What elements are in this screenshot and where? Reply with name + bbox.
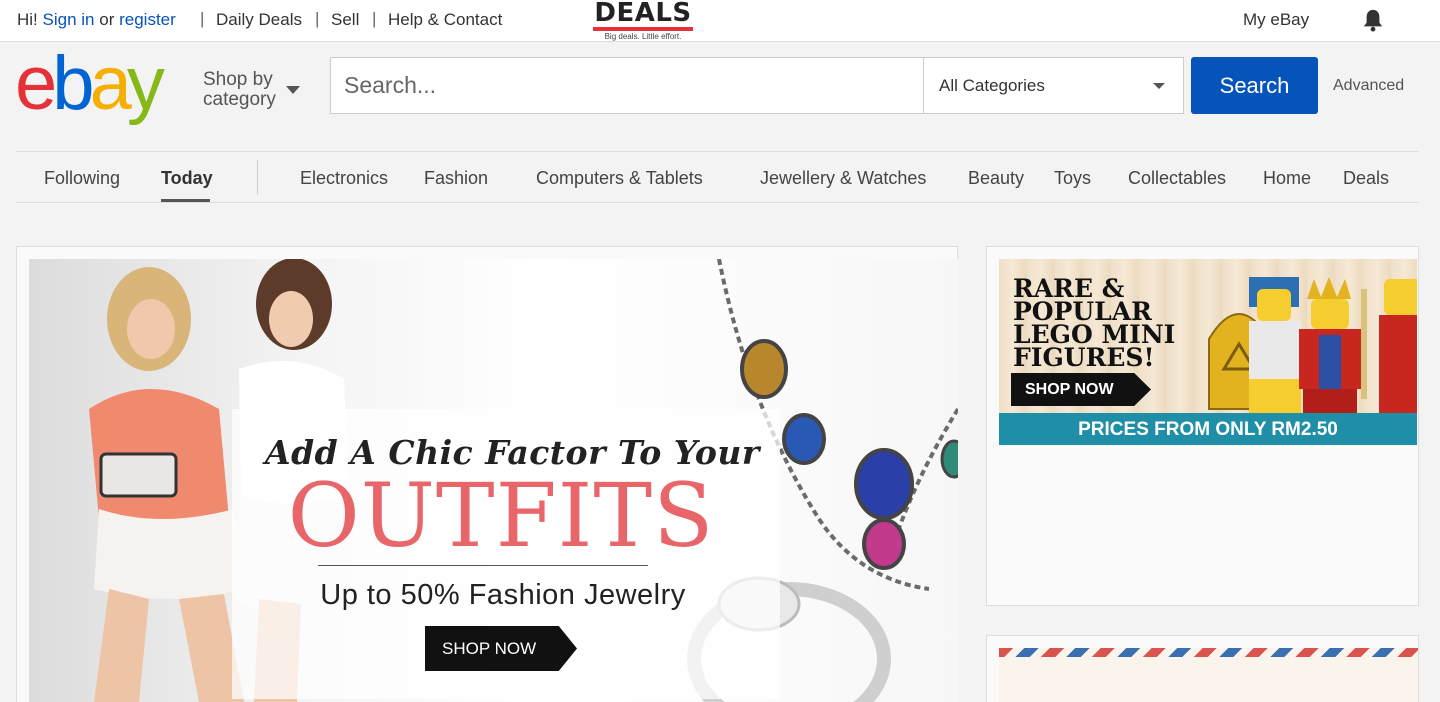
nav-item-collectables[interactable]: Collectables (1128, 168, 1226, 189)
my-ebay-link[interactable]: My eBay (1243, 10, 1309, 30)
search-box: All Categories (330, 57, 1184, 114)
nav-item-fashion[interactable]: Fashion (424, 168, 488, 189)
lego-shop-now-button[interactable]: SHOP NOW (1011, 373, 1151, 406)
side-promo-panel-2 (986, 635, 1419, 702)
divider: | (315, 9, 320, 28)
top-bar: Hi! Sign in or register | Daily Deals | … (0, 0, 1440, 42)
greeting: Hi! Sign in or register (17, 10, 176, 30)
deals-logo-tagline: Big deals. Little effort. (604, 32, 682, 41)
logo-letter-y: y (126, 41, 165, 126)
nav-item-toys[interactable]: Toys (1054, 168, 1091, 189)
active-tab-indicator (161, 199, 210, 202)
greeting-text: Hi! (17, 10, 38, 29)
chevron-down-icon (1153, 83, 1165, 89)
or-text: or (99, 10, 115, 29)
chevron-down-icon[interactable] (286, 86, 300, 94)
lego-minifigures-banner[interactable]: RARE & POPULAR LEGO MINI FIGURES! SHOP N… (999, 259, 1417, 445)
help-contact-link[interactable]: Help & Contact (388, 10, 502, 30)
deals-logo-word: DEALS (594, 0, 692, 28)
search-input[interactable] (331, 58, 923, 113)
airmail-envelope-promo[interactable] (999, 648, 1418, 702)
shop-by-category-button[interactable]: Shop by category (203, 70, 283, 110)
divider: | (372, 9, 377, 28)
airmail-border (999, 648, 1418, 657)
banner-rule (318, 565, 648, 566)
category-nav: Following Today Electronics Fashion Comp… (16, 151, 1419, 203)
register-link[interactable]: register (119, 10, 176, 29)
banner-subline: Up to 50% Fashion Jewelry (320, 579, 686, 611)
nav-item-beauty[interactable]: Beauty (968, 168, 1024, 189)
advanced-search-link[interactable]: Advanced (1333, 77, 1404, 95)
lego-price-strip: PRICES FROM ONLY RM2.50 (999, 413, 1417, 445)
daily-deals-link[interactable]: Daily Deals (216, 10, 302, 30)
nav-divider (257, 160, 258, 194)
divider: | (200, 9, 205, 28)
lego-title: RARE & POPULAR LEGO MINI FIGURES! (1013, 274, 1176, 372)
bell-icon[interactable] (1362, 8, 1384, 32)
fashion-jewelry-banner[interactable]: Add A Chic Factor To Your OUTFITS Up to … (29, 259, 958, 702)
category-select[interactable]: All Categories (923, 58, 1183, 113)
nav-item-today[interactable]: Today (161, 168, 213, 189)
nav-item-home[interactable]: Home (1263, 168, 1311, 189)
nav-item-electronics[interactable]: Electronics (300, 168, 388, 189)
lego-figures-artwork (1208, 277, 1417, 413)
logo-letter-e: e (15, 41, 57, 126)
nav-item-computers-tablets[interactable]: Computers & Tablets (536, 168, 703, 189)
deals-logo[interactable]: DEALS Big deals. Little effort. (591, 0, 695, 42)
nav-item-jewellery-watches[interactable]: Jewellery & Watches (760, 168, 926, 189)
nav-item-following[interactable]: Following (44, 168, 120, 189)
nav-item-deals[interactable]: Deals (1343, 168, 1389, 189)
sign-in-link[interactable]: Sign in (43, 10, 95, 29)
banner-big-word: OUTFITS (287, 464, 715, 567)
search-button[interactable]: Search (1191, 57, 1318, 114)
logo-letter-a: a (89, 41, 132, 126)
logo-letter-b: b (52, 41, 94, 126)
category-select-value: All Categories (939, 76, 1045, 95)
ebay-logo[interactable]: ebay (15, 41, 185, 126)
banner-shop-now-button[interactable]: SHOP NOW (425, 626, 577, 671)
sell-link[interactable]: Sell (331, 10, 359, 30)
